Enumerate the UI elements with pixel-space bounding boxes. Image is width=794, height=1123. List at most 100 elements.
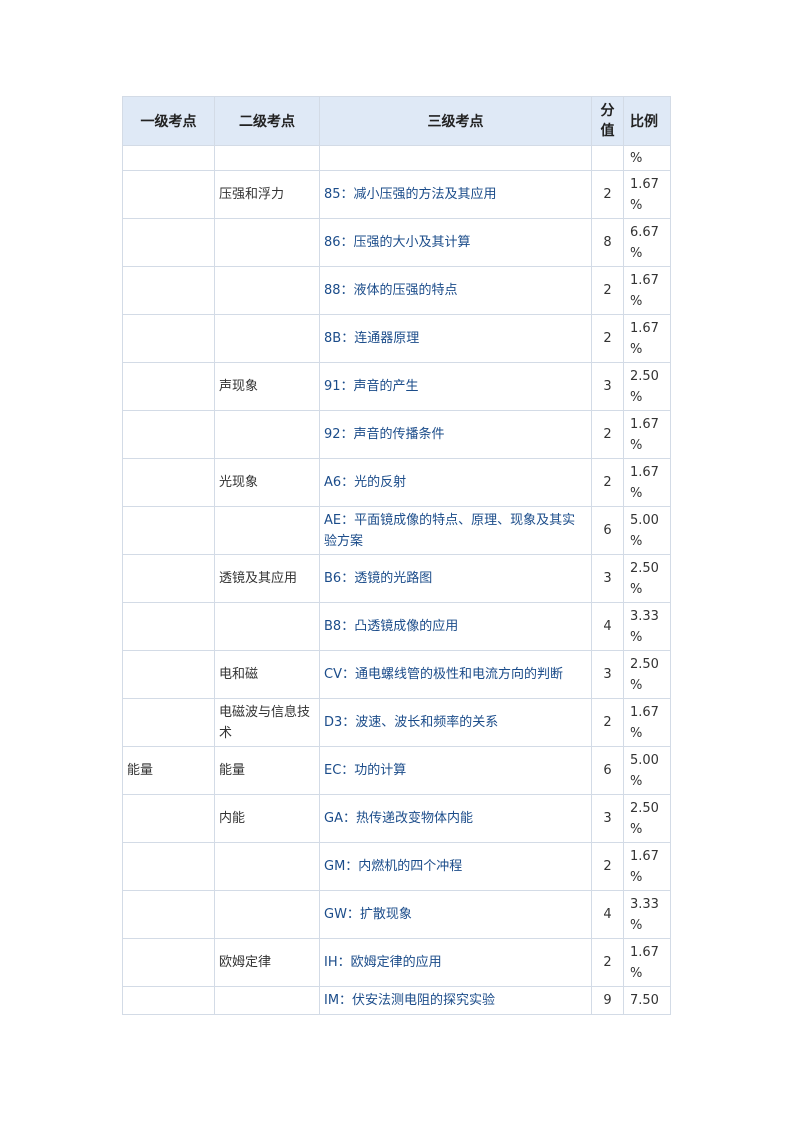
cell-ratio: 1.67 % xyxy=(623,266,671,315)
cell-level2 xyxy=(214,890,320,939)
table-row-fragment-bottom: IM：伏安法测电阻的探究实验 9 7.50 xyxy=(122,986,671,1015)
cell-ratio: 7.50 xyxy=(623,986,671,1015)
cell-level1 xyxy=(122,938,215,987)
cell-level1 xyxy=(122,410,215,459)
cell-score: 2 xyxy=(591,842,624,891)
cell-level2: 电和磁 xyxy=(214,650,320,699)
cell-score: 8 xyxy=(591,218,624,267)
table-row: 92：声音的传播条件 2 1.67 % xyxy=(122,410,671,459)
cell-level2: 透镜及其应用 xyxy=(214,554,320,603)
cell-level3[interactable]: 86：压强的大小及其计算 xyxy=(319,218,592,267)
cell-level1 xyxy=(122,170,215,219)
table-row: 内能 GA：热传递改变物体内能 3 2.50 % xyxy=(122,794,671,843)
cell-level2 xyxy=(214,145,320,171)
cell-ratio: 1.67 % xyxy=(623,842,671,891)
cell-level2: 电磁波与信息技术 xyxy=(214,698,320,747)
cell-level3[interactable]: 92：声音的传播条件 xyxy=(319,410,592,459)
cell-ratio: 5.00 % xyxy=(623,506,671,555)
table-row: 88：液体的压强的特点 2 1.67 % xyxy=(122,266,671,315)
cell-level1 xyxy=(122,842,215,891)
cell-level3 xyxy=(319,145,592,171)
cell-score: 3 xyxy=(591,554,624,603)
cell-ratio: 1.67 % xyxy=(623,698,671,747)
cell-level1 xyxy=(122,602,215,651)
cell-level3: IM：伏安法测电阻的探究实验 xyxy=(319,986,592,1015)
table-row: 电磁波与信息技术 D3：波速、波长和频率的关系 2 1.67 % xyxy=(122,698,671,747)
header-level2: 二级考点 xyxy=(214,96,320,146)
cell-score: 2 xyxy=(591,314,624,363)
cell-level2: 压强和浮力 xyxy=(214,170,320,219)
table-row-fragment-top: % xyxy=(122,145,671,171)
table-row: 欧姆定律 IH：欧姆定律的应用 2 1.67 % xyxy=(122,938,671,987)
cell-level3[interactable]: D3：波速、波长和频率的关系 xyxy=(319,698,592,747)
cell-level3[interactable]: AE：平面镜成像的特点、原理、现象及其实验方案 xyxy=(319,506,592,555)
table-row: 透镜及其应用 B6：透镜的光路图 3 2.50 % xyxy=(122,554,671,603)
table-row: AE：平面镜成像的特点、原理、现象及其实验方案 6 5.00 % xyxy=(122,506,671,555)
cell-level2 xyxy=(214,506,320,555)
cell-level2 xyxy=(214,410,320,459)
cell-score: 4 xyxy=(591,602,624,651)
cell-ratio: 3.33 % xyxy=(623,602,671,651)
cell-level1 xyxy=(122,890,215,939)
cell-level3[interactable]: 88：液体的压强的特点 xyxy=(319,266,592,315)
cell-level3[interactable]: B8：凸透镜成像的应用 xyxy=(319,602,592,651)
cell-ratio: 5.00 % xyxy=(623,746,671,795)
header-level3: 三级考点 xyxy=(319,96,592,146)
cell-level2: 光现象 xyxy=(214,458,320,507)
cell-ratio: 1.67 % xyxy=(623,410,671,459)
header-score: 分值 xyxy=(591,96,624,146)
cell-level1 xyxy=(122,314,215,363)
cell-ratio: 2.50 % xyxy=(623,650,671,699)
cell-ratio: 3.33 % xyxy=(623,890,671,939)
cell-level3[interactable]: A6：光的反射 xyxy=(319,458,592,507)
cell-level1 xyxy=(122,218,215,267)
cell-score: 3 xyxy=(591,650,624,699)
cell-level3[interactable]: EC：功的计算 xyxy=(319,746,592,795)
cell-level1 xyxy=(122,458,215,507)
cell-level2: 声现象 xyxy=(214,362,320,411)
cell-ratio: 6.67 % xyxy=(623,218,671,267)
cell-level2: 能量 xyxy=(214,746,320,795)
cell-score: 9 xyxy=(591,986,624,1015)
cell-score: 2 xyxy=(591,698,624,747)
cell-level1 xyxy=(122,650,215,699)
cell-ratio: 2.50 % xyxy=(623,554,671,603)
cell-ratio: 1.67 % xyxy=(623,938,671,987)
table-row: 电和磁 CV：通电螺线管的极性和电流方向的判断 3 2.50 % xyxy=(122,650,671,699)
cell-level3[interactable]: CV：通电螺线管的极性和电流方向的判断 xyxy=(319,650,592,699)
table-row: 光现象 A6：光的反射 2 1.67 % xyxy=(122,458,671,507)
cell-level3[interactable]: GW：扩散现象 xyxy=(319,890,592,939)
cell-score: 2 xyxy=(591,938,624,987)
cell-level2: 欧姆定律 xyxy=(214,938,320,987)
cell-level3[interactable]: GA：热传递改变物体内能 xyxy=(319,794,592,843)
cell-ratio: % xyxy=(623,145,671,171)
cell-level2 xyxy=(214,266,320,315)
cell-score: 2 xyxy=(591,458,624,507)
cell-level2 xyxy=(214,314,320,363)
cell-level1 xyxy=(122,554,215,603)
table-header-row: 一级考点 二级考点 三级考点 分值 比例 xyxy=(122,96,671,146)
cell-score: 2 xyxy=(591,266,624,315)
table-row: GM：内燃机的四个冲程 2 1.67 % xyxy=(122,842,671,891)
cell-level3[interactable]: B6：透镜的光路图 xyxy=(319,554,592,603)
cell-score: 6 xyxy=(591,746,624,795)
cell-level2 xyxy=(214,986,320,1015)
exam-points-table: 一级考点 二级考点 三级考点 分值 比例 % 压强和浮力 85：减小压强的方法及其… xyxy=(122,96,671,1015)
cell-level1 xyxy=(122,986,215,1015)
cell-level3[interactable]: 91：声音的产生 xyxy=(319,362,592,411)
cell-level3[interactable]: 8B：连通器原理 xyxy=(319,314,592,363)
cell-level3[interactable]: GM：内燃机的四个冲程 xyxy=(319,842,592,891)
table-row: 声现象 91：声音的产生 3 2.50 % xyxy=(122,362,671,411)
cell-ratio: 1.67 % xyxy=(623,458,671,507)
cell-level3[interactable]: IH：欧姆定律的应用 xyxy=(319,938,592,987)
cell-ratio: 1.67 % xyxy=(623,314,671,363)
cell-level2 xyxy=(214,218,320,267)
cell-score: 3 xyxy=(591,794,624,843)
header-level1: 一级考点 xyxy=(122,96,215,146)
cell-level1 xyxy=(122,506,215,555)
cell-score: 2 xyxy=(591,410,624,459)
cell-score: 6 xyxy=(591,506,624,555)
cell-level1 xyxy=(122,698,215,747)
cell-level3[interactable]: 85：减小压强的方法及其应用 xyxy=(319,170,592,219)
cell-level1: 能量 xyxy=(122,746,215,795)
